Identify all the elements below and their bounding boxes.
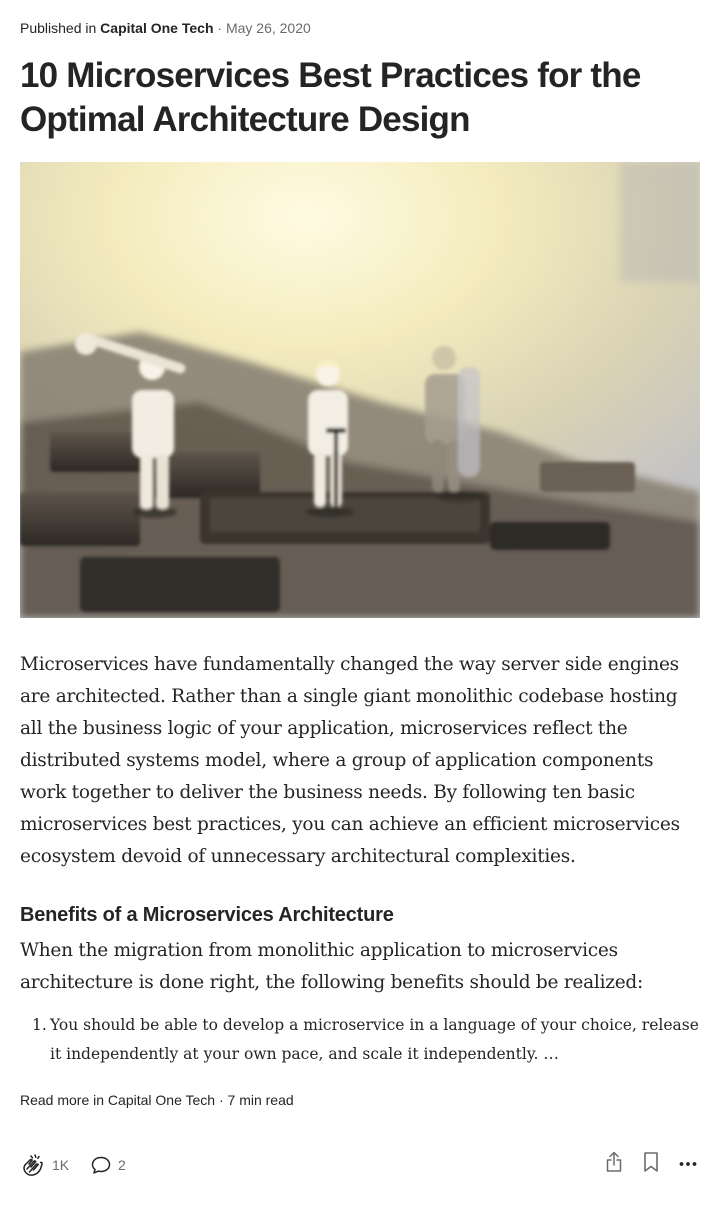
clap-icon — [20, 1152, 46, 1178]
article-title[interactable]: 10 Microservices Best Practices for the … — [20, 54, 700, 142]
benefits-paragraph: When the migration from monolithic appli… — [20, 940, 644, 993]
hero-image[interactable] — [20, 162, 700, 618]
bookmark-button[interactable] — [637, 1150, 665, 1178]
clap-count: 1K — [52, 1157, 70, 1173]
intro-paragraph: Microservices have fundamentally changed… — [20, 654, 680, 867]
list-item: 1. You should be able to develop a micro… — [20, 1011, 702, 1069]
share-button[interactable] — [600, 1150, 628, 1178]
published-prefix: Published in — [20, 20, 97, 36]
article-meta: Published in Capital One Tech · May 26, … — [20, 20, 311, 36]
comment-icon — [90, 1154, 112, 1176]
publication-link[interactable]: Capital One Tech — [100, 20, 213, 36]
bookmark-icon — [641, 1150, 661, 1179]
read-more-link[interactable]: Read more in Capital One Tech · 7 min re… — [20, 1092, 294, 1108]
benefits-list: 1. You should be able to develop a micro… — [20, 1011, 702, 1069]
comments-button[interactable]: 2 — [90, 1150, 126, 1180]
section-heading: Benefits of a Microservices Architecture — [20, 904, 394, 926]
publish-date: May 26, 2020 — [225, 20, 311, 36]
more-options-button[interactable] — [674, 1150, 702, 1178]
hero-illustration — [20, 162, 700, 618]
clap-button[interactable]: 1K — [20, 1150, 69, 1180]
meta-separator: · — [217, 20, 223, 36]
comment-count: 2 — [118, 1157, 126, 1173]
share-icon — [603, 1150, 625, 1179]
more-icon — [678, 1155, 698, 1173]
list-item-number: 1. — [32, 1016, 47, 1034]
list-item-text: You should be able to develop a microser… — [50, 1016, 699, 1063]
